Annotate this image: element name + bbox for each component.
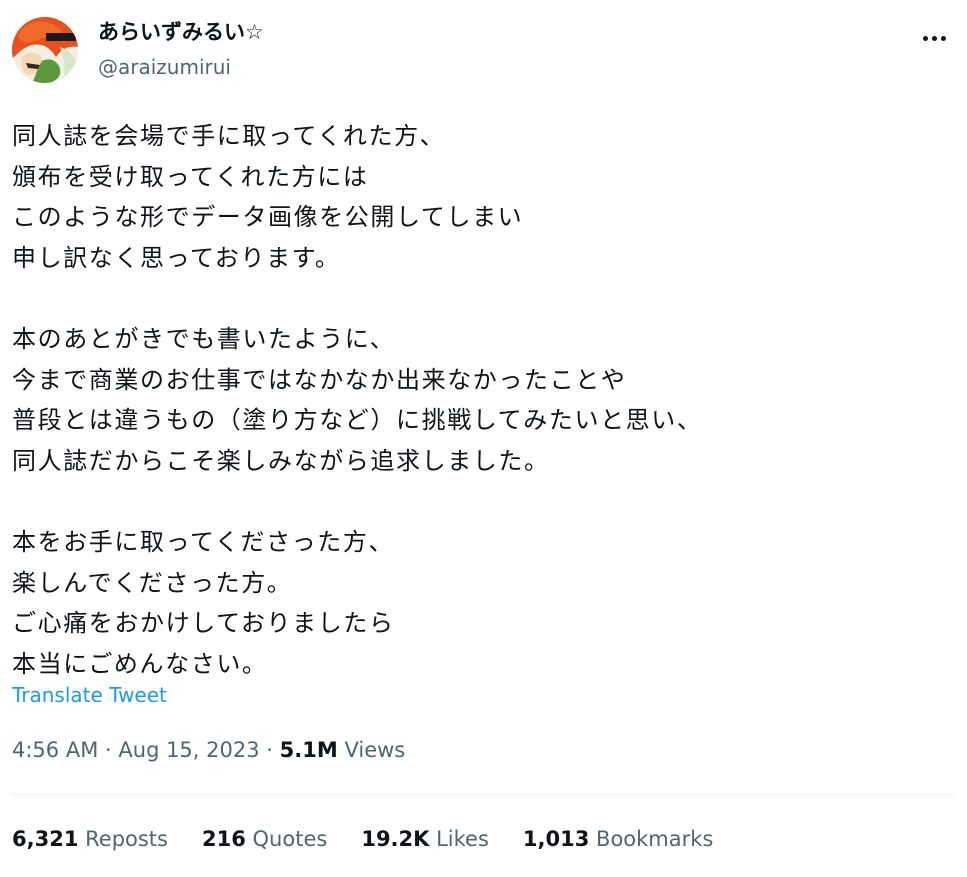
- tweet-header: あらいずみるい☆ @araizumirui: [12, 14, 955, 86]
- bookmarks-label: Bookmarks: [596, 827, 714, 851]
- tweet-text-line: 頒布を受け取ってくれた方には: [12, 162, 369, 191]
- tweet-date[interactable]: Aug 15, 2023: [118, 738, 259, 762]
- likes-label: Likes: [436, 827, 489, 851]
- tweet-text-line: 普段とは違うもの（塗り方など）に挑戦してみたいと思い、: [12, 406, 703, 434]
- tweet-meta: 4:56 AM · Aug 15, 2023 · 5.1M Views: [12, 734, 405, 766]
- more-dot: [940, 35, 946, 41]
- author-handle[interactable]: @araizumirui: [98, 54, 264, 80]
- reposts-stat[interactable]: 6,321 Reposts: [12, 824, 168, 854]
- divider: [12, 794, 955, 795]
- tweet-text-line: 今まで商業のお仕事ではなかなか出来なかったことや: [12, 365, 627, 394]
- quotes-stat[interactable]: 216 Quotes: [202, 824, 327, 854]
- author-display-name[interactable]: あらいずみるい☆: [98, 18, 264, 46]
- more-horizontal-icon[interactable]: [917, 28, 951, 48]
- tweet-stats: 6,321 Reposts 216 Quotes 19.2K Likes 1,0…: [12, 824, 747, 854]
- tweet-text-line: このような形でデータ画像を公開してしまい: [12, 203, 524, 231]
- more-dot: [922, 35, 928, 41]
- avatar[interactable]: [12, 17, 78, 83]
- tweet-text-line: 同人誌を会場で手に取ってくれた方、: [12, 122, 446, 150]
- tweet-text: 同人誌を会場で手に取ってくれた方、 頒布を受け取ってくれた方には このような形で…: [12, 116, 942, 684]
- tweet-text-line: 同人誌だからこそ楽しみながら追求しました。: [12, 446, 550, 475]
- meta-separator: ·: [266, 738, 273, 762]
- meta-separator: ·: [105, 738, 112, 762]
- reposts-count: 6,321: [12, 827, 79, 851]
- translate-tweet-link[interactable]: Translate Tweet: [12, 681, 167, 709]
- quotes-label: Quotes: [252, 827, 328, 851]
- views-count: 5.1M: [279, 738, 338, 762]
- reposts-label: Reposts: [85, 827, 168, 851]
- bookmarks-stat[interactable]: 1,013 Bookmarks: [523, 824, 713, 854]
- tweet-text-line: 申し訳なく思っております。: [12, 243, 341, 272]
- tweet-card: あらいずみるい☆ @araizumirui 同人誌を会場で手に取ってくれた方、 …: [0, 0, 967, 877]
- author-names: あらいずみるい☆ @araizumirui: [98, 18, 264, 80]
- tweet-time[interactable]: 4:56 AM: [12, 738, 98, 762]
- tweet-text-line: 本のあとがきでも書いたように、: [12, 325, 396, 353]
- tweet-text-line: 楽しんでくださった方。: [12, 568, 293, 597]
- more-dot: [931, 35, 937, 41]
- bookmarks-count: 1,013: [522, 827, 590, 851]
- tweet-text-line: ご心痛をおかけしておりましたら: [12, 609, 395, 637]
- likes-count: 19.2K: [361, 827, 430, 851]
- tweet-text-line: 本をお手に取ってくださった方、: [12, 528, 395, 556]
- tweet-text-line: 本当にごめんなさい。: [12, 649, 268, 678]
- views-label: Views: [344, 738, 406, 762]
- avatar-image: [12, 17, 78, 83]
- likes-stat[interactable]: 19.2K Likes: [361, 824, 489, 854]
- quotes-count: 216: [202, 827, 246, 851]
